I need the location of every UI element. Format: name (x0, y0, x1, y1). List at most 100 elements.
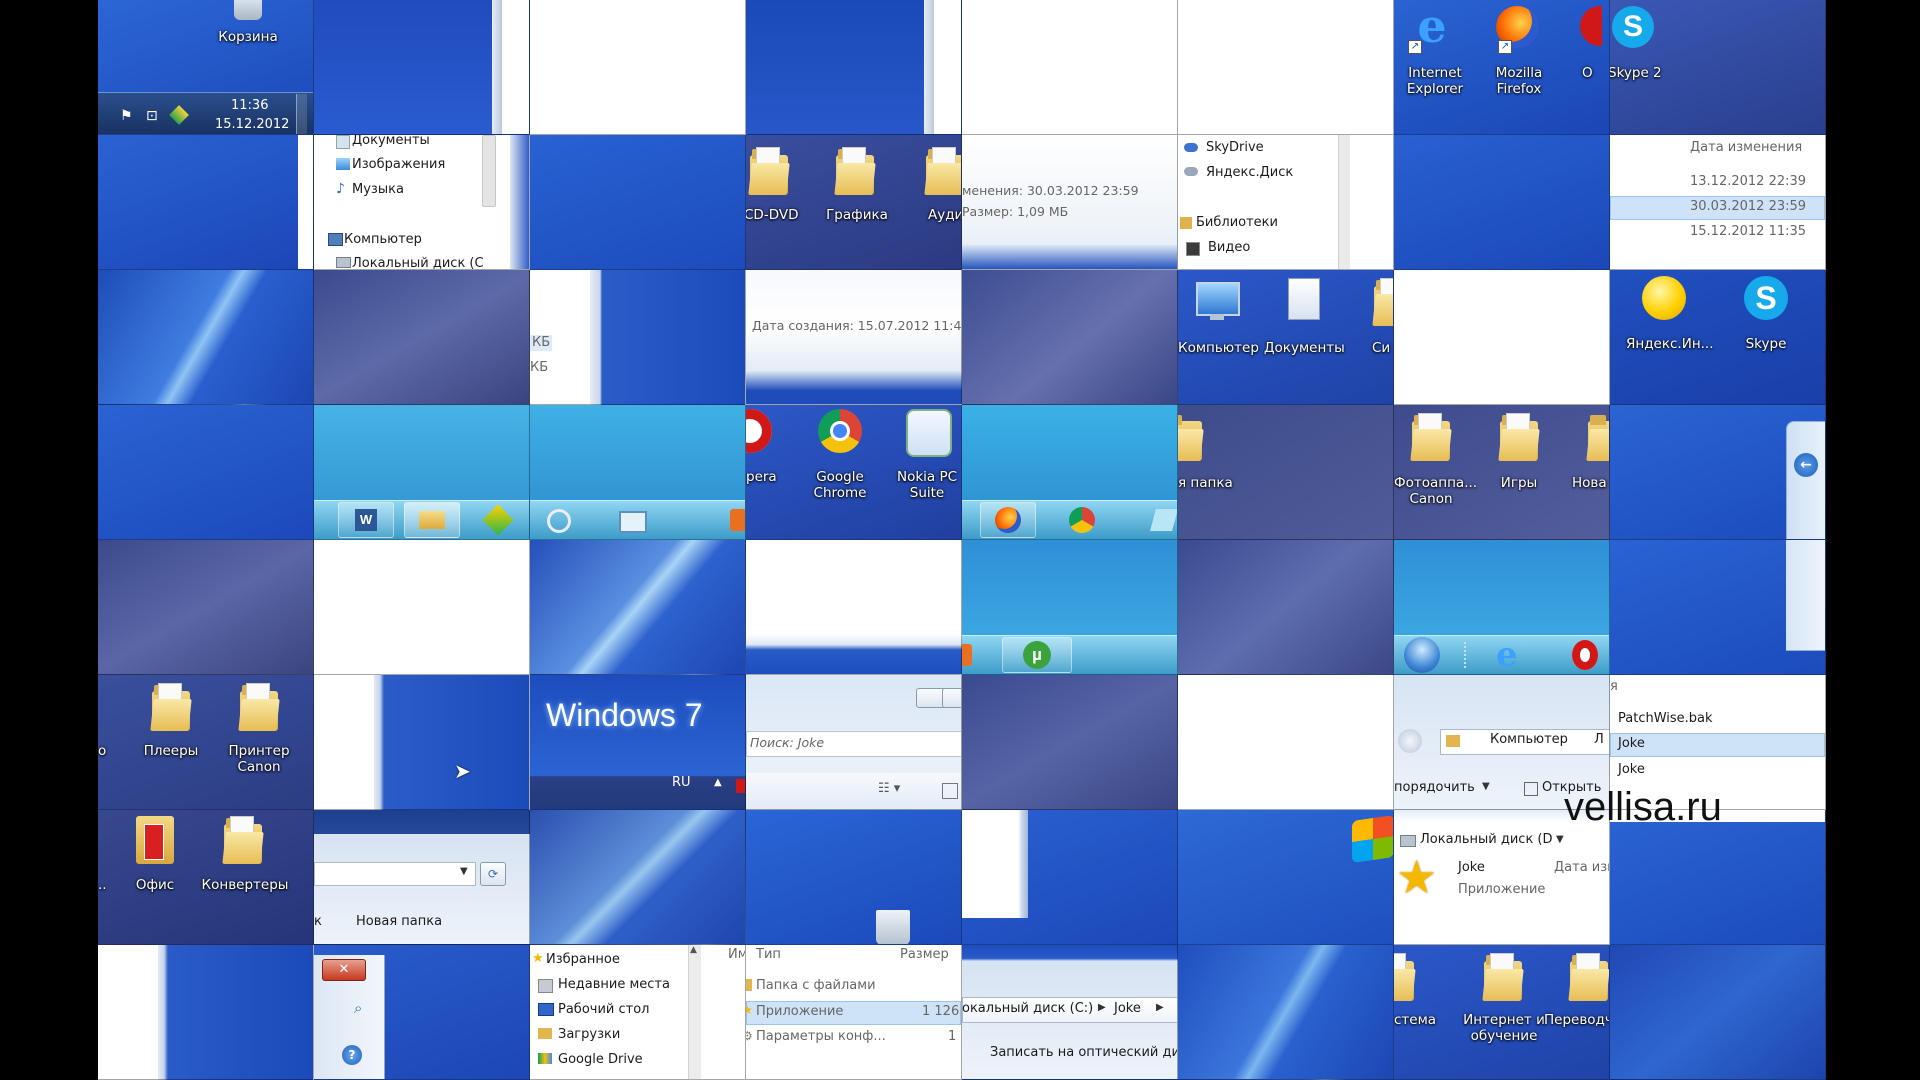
recycle-bin-icon[interactable] (234, 0, 262, 20)
column-header-name-fragment[interactable]: Им (728, 947, 745, 963)
help-icon[interactable]: ? (342, 1045, 362, 1065)
system-folder-icon[interactable] (1372, 278, 1393, 326)
scroll-up-icon[interactable]: ▲ (690, 945, 697, 955)
taskbar-app-button[interactable] (730, 509, 745, 531)
igry-label[interactable]: Игры (1484, 475, 1554, 491)
skype-icon[interactable]: S (1612, 6, 1654, 48)
breadcrumb-next[interactable]: Л (1594, 732, 1604, 748)
taskbar-app-button[interactable] (962, 644, 972, 666)
taskbar-opera-icon[interactable] (1572, 640, 1598, 670)
documents-label[interactable]: Документы (1264, 340, 1345, 356)
show-desktop-button[interactable] (296, 94, 307, 134)
printer-folder-icon[interactable] (238, 683, 280, 731)
file-name[interactable]: Joke (1458, 860, 1485, 876)
printer-label[interactable]: Принтер Canon (222, 743, 296, 775)
clock-time[interactable]: 11:36 (231, 98, 268, 114)
start-button[interactable] (1404, 637, 1440, 673)
nav-scrollbar[interactable] (482, 135, 496, 207)
sistema-label[interactable]: стема (1394, 1012, 1436, 1028)
nokia-pc-suite-label[interactable]: Nokia PC Suite (892, 469, 961, 501)
breadcrumb-local-disk[interactable]: окальный диск (C:) (962, 1001, 1093, 1017)
grafika-folder-icon[interactable] (834, 147, 876, 195)
back-button[interactable] (1398, 729, 1422, 753)
column-header-date-modified[interactable]: Дата изменения (1690, 140, 1802, 156)
taskbar-firefox-button[interactable] (980, 502, 1036, 538)
dropdown-arrow-icon[interactable]: ▼ (1556, 834, 1564, 845)
nav-item-google-drive[interactable]: Google Drive (558, 1052, 643, 1068)
preview-pane-icon[interactable] (942, 783, 958, 799)
fotoapparaty-label[interactable]: Фотоаппа... Canon (1394, 475, 1477, 507)
office-label[interactable]: Офис (120, 877, 190, 893)
fotoapparaty-folder-icon[interactable] (1410, 413, 1452, 461)
computer-label[interactable]: Компьютер (1178, 340, 1259, 356)
nav-item-desktop[interactable]: Рабочий стол (558, 1002, 649, 1018)
ellipsis-label[interactable]: .. (98, 877, 107, 893)
nav-item-computer[interactable]: Компьютер (344, 232, 422, 248)
computer-icon[interactable] (1196, 282, 1240, 316)
igry-folder-icon[interactable] (1498, 413, 1540, 461)
organize-menu[interactable]: порядочить (1394, 780, 1475, 796)
system-folder-label[interactable]: Си (1372, 340, 1390, 356)
nav-item-recent-places[interactable]: Недавние места (558, 977, 670, 993)
nav-item-yandex-disk[interactable]: Яндекс.Диск (1206, 165, 1293, 181)
nav-item-music[interactable]: Музыка (352, 182, 404, 198)
nova-folder-icon[interactable] (1586, 413, 1609, 461)
language-indicator[interactable]: RU (672, 775, 691, 791)
skype-label[interactable]: Skype (1726, 336, 1806, 352)
new-folder-button[interactable]: Новая папка (356, 914, 442, 930)
column-header-type[interactable]: Тип (756, 947, 781, 963)
nav-item-downloads[interactable]: Загрузки (558, 1027, 620, 1043)
search-icon[interactable]: ⌕ (354, 999, 362, 1017)
taskbar-app-button[interactable] (530, 502, 586, 538)
nav-item-skydrive[interactable]: SkyDrive (1206, 140, 1264, 156)
new-folder-label[interactable]: я папка (1178, 475, 1233, 491)
maximize-button[interactable] (942, 688, 961, 708)
konvertery-folder-icon[interactable] (222, 816, 264, 864)
google-chrome-icon[interactable] (818, 409, 862, 453)
skype2-label[interactable]: Skype 2 (1610, 65, 1662, 81)
burn-button[interactable]: Записать на оптический дис (990, 1045, 1177, 1061)
tray-app-icon[interactable] (736, 779, 745, 793)
clock-date[interactable]: 15.12.2012 (215, 117, 289, 133)
opera-partial-icon[interactable] (1580, 6, 1602, 46)
perevod-folder-icon[interactable] (1568, 953, 1609, 1001)
recycle-bin-icon[interactable] (876, 910, 910, 944)
google-chrome-label[interactable]: Google Chrome (800, 469, 880, 501)
audio-folder-icon[interactable] (924, 147, 961, 195)
address-bar[interactable] (314, 862, 476, 886)
breadcrumb-joke[interactable]: Joke (1114, 1001, 1141, 1017)
nav-item-local-disk-d[interactable]: Локальный диск (D (1420, 832, 1553, 848)
internet-obuchenie-label[interactable]: Интернет и обучение (1456, 1012, 1552, 1044)
nav-item-libraries[interactable]: Библиотеки (1196, 215, 1278, 231)
new-folder-icon[interactable] (1178, 413, 1204, 461)
nav-item-images[interactable]: Изображения (352, 157, 445, 173)
o-fragment-label[interactable]: о (98, 743, 106, 759)
konvertery-label[interactable]: Конвертеры (200, 877, 290, 893)
office-folder-icon[interactable] (136, 816, 174, 864)
taskbar-app-button[interactable] (1138, 502, 1177, 538)
nav-item-favorites[interactable]: Избранное (546, 952, 620, 968)
taskbar-app-button[interactable] (470, 502, 526, 538)
flag-icon[interactable]: ⚑ (120, 108, 133, 124)
file-row[interactable]: Joke (1618, 736, 1645, 752)
breadcrumb-computer[interactable]: Компьютер (1490, 732, 1568, 748)
taskbar-word-button[interactable]: W (338, 502, 394, 538)
yandex-internet-label[interactable]: Яндекс.Ин... (1626, 336, 1714, 352)
opera-fragment-label[interactable]: O (1582, 65, 1593, 81)
nokia-pc-suite-icon[interactable] (906, 409, 952, 457)
documents-icon[interactable] (1288, 278, 1320, 320)
taskbar-app-button[interactable] (604, 502, 660, 538)
perevod-label[interactable]: Переводч (1544, 1012, 1609, 1028)
nav-scrollbar[interactable] (688, 945, 701, 1079)
pleery-folder-icon[interactable] (150, 683, 192, 731)
search-input[interactable]: Поиск: Joke (750, 735, 824, 751)
skype-icon[interactable]: S (1744, 276, 1788, 320)
nav-item-local-disk[interactable]: Локальный диск (С (352, 256, 484, 269)
taskbar-chrome-button[interactable] (1054, 502, 1110, 538)
close-button[interactable]: ✕ (322, 959, 366, 981)
view-options-icon[interactable]: ☷ ▾ (878, 781, 900, 796)
column-header-size[interactable]: Размер (900, 947, 949, 963)
yandex-internet-icon[interactable] (1642, 276, 1686, 320)
internet-folder-icon[interactable] (1482, 953, 1524, 1001)
grafika-label[interactable]: Графика (822, 207, 892, 223)
